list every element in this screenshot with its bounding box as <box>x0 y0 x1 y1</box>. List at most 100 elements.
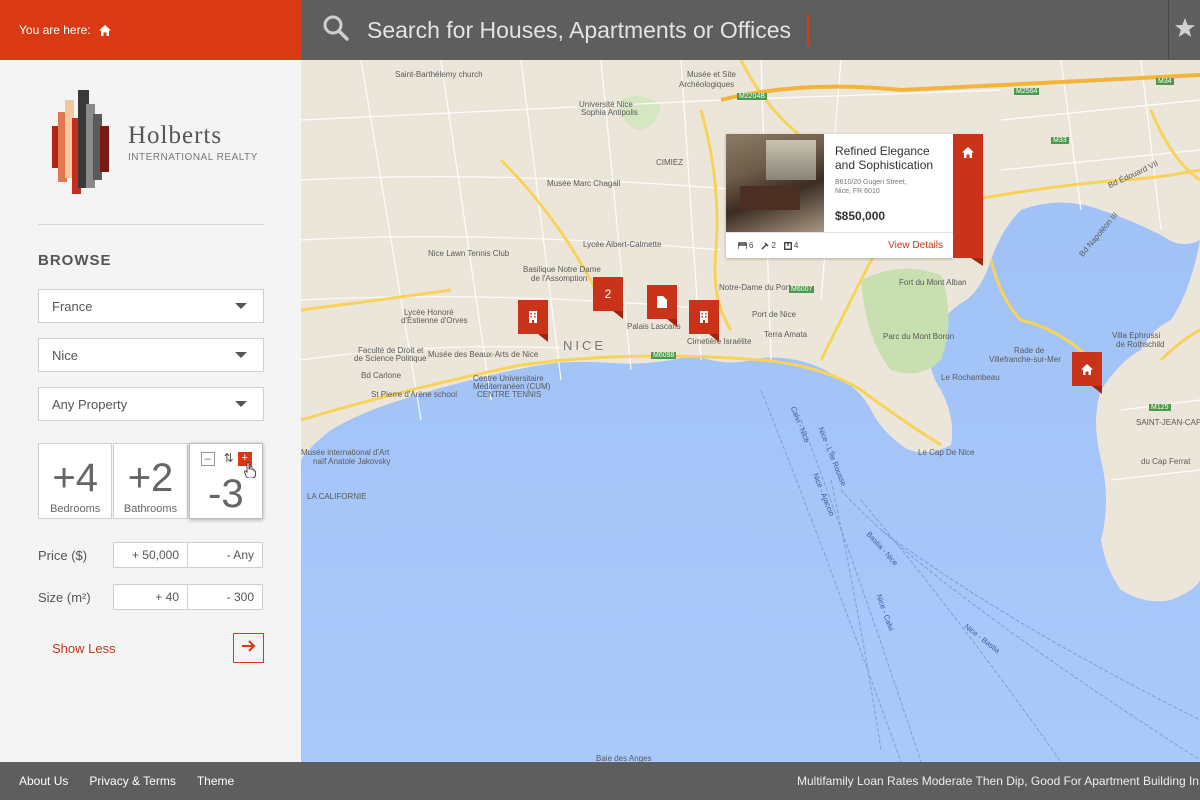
map-label: CIMIEZ <box>656 158 684 167</box>
home-icon <box>1081 363 1093 375</box>
bedrooms-counter[interactable]: +4 Bedrooms <box>38 443 113 519</box>
search-input[interactable] <box>367 16 807 44</box>
map-pin-building[interactable] <box>518 300 548 342</box>
home-icon[interactable] <box>98 24 111 36</box>
brand-logo[interactable]: Holberts INTERNATIONAL REALTY <box>52 90 282 200</box>
country-select[interactable]: France <box>38 289 264 323</box>
decrement-button[interactable]: – <box>200 452 215 466</box>
property-type-value: Any Property <box>52 396 128 412</box>
star-icon <box>1174 17 1196 44</box>
chevron-down-icon <box>235 352 247 358</box>
road-sign: M2204B <box>737 93 768 100</box>
property-popup[interactable]: Refined Elegance and Sophistication B610… <box>726 134 953 258</box>
bathrooms-label: Bathrooms <box>123 503 178 515</box>
news-ticker[interactable]: Multifamily Loan Rates Moderate Then Dip… <box>797 774 1199 788</box>
property-address: B610/20 Gugeri Street, Nice, FR 6010 <box>835 178 907 196</box>
road-sign: M125 <box>1149 404 1171 411</box>
map-label: Baie des Anges <box>596 754 652 762</box>
map-label: Port de Nice <box>752 310 797 319</box>
map-label: Fort du Mont Alban <box>899 278 967 287</box>
map-label: Terra Amata <box>764 330 808 339</box>
logo-mark-icon <box>52 90 109 194</box>
top-bar: You are here: <box>0 0 1200 60</box>
map-pin-building[interactable] <box>689 300 719 342</box>
size-max-field[interactable]: - 300 <box>188 584 263 610</box>
property-price: $850,000 <box>835 209 886 223</box>
map-label: Notre-Dame du Port <box>719 283 791 292</box>
map-view[interactable]: Saint-Barthélemy church Musée et Site Ar… <box>301 60 1200 762</box>
favorites-button[interactable] <box>1168 0 1200 60</box>
brand-tagline: INTERNATIONAL REALTY <box>128 152 258 163</box>
city-select[interactable]: Nice <box>38 338 264 372</box>
city-value: Nice <box>52 347 79 363</box>
map-label: Basilique Notre Dame <box>523 265 601 274</box>
chevron-down-icon <box>235 303 247 309</box>
property-photo[interactable] <box>726 134 824 232</box>
baths-count: 2 <box>771 241 776 250</box>
map-label: de Rothschild <box>1116 340 1165 349</box>
map-pin-document[interactable] <box>647 285 677 327</box>
map-label: CENTRE TENNIS <box>477 390 542 399</box>
map-label: Parc du Mont Boron <box>883 332 955 341</box>
sidebar-divider <box>38 224 264 225</box>
map-city-label: NICE <box>563 338 607 353</box>
show-less-link[interactable]: Show Less <box>52 641 116 656</box>
map-label: Rade de <box>1014 346 1045 355</box>
size-range: Size (m²) + 40 - 300 <box>38 584 264 610</box>
search-icon[interactable] <box>323 15 349 46</box>
map-label: SAINT-JEAN-CAP <box>1136 418 1200 427</box>
submit-search-button[interactable] <box>233 633 264 663</box>
third-counter[interactable]: – ⇅ + -3 <box>188 443 263 519</box>
price-range: Price ($) + 50,000 - Any <box>38 542 264 568</box>
map-label: St Pierre d'Arène school <box>371 390 458 399</box>
rooms-count: 4 <box>793 241 799 250</box>
address-line-2: Nice, FR 6010 <box>835 188 880 195</box>
hand-cursor-icon <box>243 462 256 483</box>
swap-icon[interactable]: ⇅ <box>222 452 236 466</box>
view-details-link[interactable]: View Details <box>888 240 943 251</box>
road-sign: M34 <box>1156 78 1174 85</box>
map-label: naïf Anatole Jakovsky <box>313 457 391 466</box>
map-cluster-pin[interactable]: 2 <box>593 277 623 319</box>
building-icon <box>529 311 537 323</box>
room-counters: +4 Bedrooms +2 Bathrooms – ⇅ + -3 <box>38 443 264 519</box>
map-label: Musée Marc Chagall <box>547 179 621 188</box>
country-value: France <box>52 298 93 314</box>
address-line-1: B610/20 Gugeri Street, <box>835 179 907 186</box>
property-type-select[interactable]: Any Property <box>38 387 264 421</box>
map-label: Villefranche-sur-Mer <box>989 355 1061 364</box>
shower-icon <box>761 241 769 250</box>
road-sign: M33 <box>1051 137 1069 144</box>
chevron-down-icon <box>235 401 247 407</box>
road-sign: M6007 <box>789 286 815 293</box>
map-label: Musée et Site <box>687 70 736 79</box>
feature-beds: 6 <box>738 241 753 250</box>
size-label: Size (m²) <box>38 589 91 605</box>
feature-rooms: 4 <box>783 241 799 250</box>
map-label: Musée des Beaux-Arts de Nice <box>428 350 539 359</box>
map-pin-house[interactable] <box>1072 352 1102 394</box>
property-features: 6 2 4 View Details <box>726 232 953 258</box>
beds-count: 6 <box>749 241 754 250</box>
map-label: Cimetière Israélite <box>687 337 752 346</box>
map-label: du Cap Ferrat <box>1141 457 1191 466</box>
price-max-field[interactable]: - Any <box>188 542 263 568</box>
bathrooms-counter[interactable]: +2 Bathrooms <box>113 443 188 519</box>
bedrooms-value: +4 <box>52 456 98 500</box>
about-link[interactable]: About Us <box>19 774 68 788</box>
photo-sofa <box>740 186 800 210</box>
privacy-terms-link[interactable]: Privacy & Terms <box>89 774 175 788</box>
feature-baths: 2 <box>761 241 776 250</box>
road-sign: M2564 <box>1014 88 1040 95</box>
popup-house-flag[interactable] <box>953 134 983 266</box>
theme-link[interactable]: Theme <box>197 774 234 788</box>
map-label: Archéologiques <box>679 80 735 89</box>
bathrooms-value: +2 <box>127 456 174 500</box>
size-min-field[interactable]: + 40 <box>113 584 188 610</box>
map-label: Saint-Barthélemy church <box>395 70 483 79</box>
home-icon <box>962 147 974 158</box>
search-bar <box>301 0 1169 60</box>
price-min-field[interactable]: + 50,000 <box>113 542 188 568</box>
property-title[interactable]: Refined Elegance and Sophistication <box>835 144 947 172</box>
road-sign: M6098 <box>651 352 677 359</box>
